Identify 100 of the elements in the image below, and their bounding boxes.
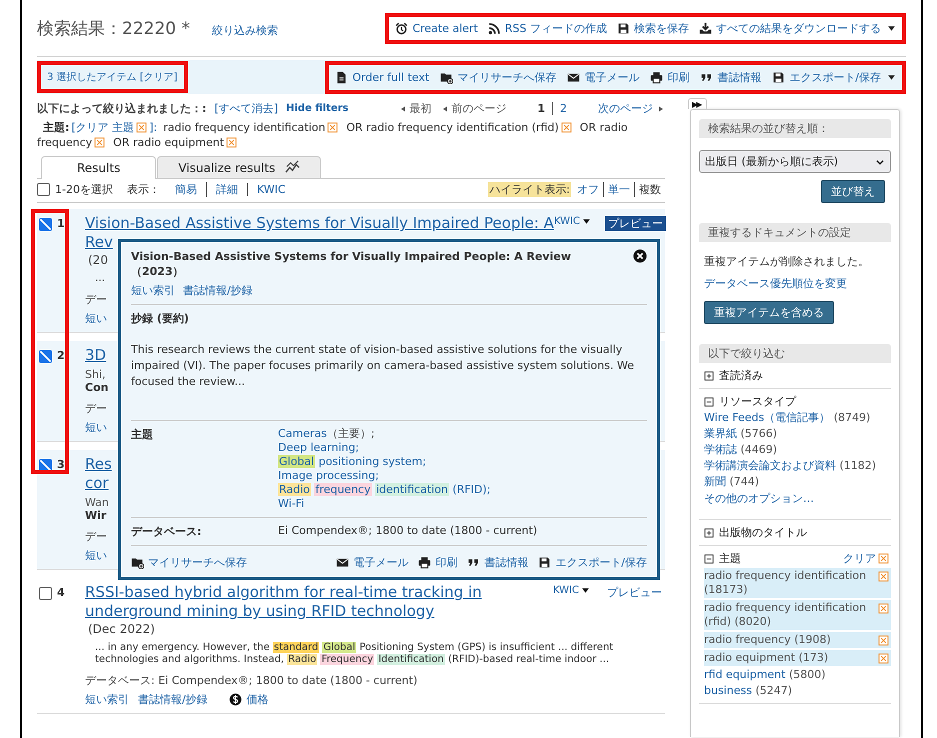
sort-dropdown[interactable]: 出版日 (最新から順に表示) bbox=[699, 150, 891, 173]
facet-toggle[interactable]: 出版物のタイトル bbox=[704, 525, 807, 540]
result-title-link[interactable]: 3D bbox=[85, 346, 106, 365]
results-tab[interactable]: Visualize results bbox=[157, 156, 322, 178]
action-link[interactable]: すべての結果をダウンロードする bbox=[699, 20, 896, 36]
result-title-link[interactable]: Res bbox=[85, 455, 112, 474]
next-page-link[interactable]: 次のページ bbox=[598, 101, 665, 116]
result-link[interactable]: 短い索引 bbox=[85, 692, 129, 707]
facet-toggle[interactable]: リソースタイプ bbox=[704, 394, 796, 409]
subject-term-link[interactable]: Deep learning; bbox=[278, 441, 360, 455]
result-number: 1 bbox=[57, 218, 65, 230]
refine-search-link[interactable]: 絞り込み検索 bbox=[212, 22, 278, 38]
facet-item[interactable]: 新聞 (744) bbox=[704, 475, 891, 489]
page-number-link[interactable]: 1 bbox=[530, 102, 552, 115]
results-tab[interactable]: Results bbox=[41, 156, 156, 179]
previous-page-link[interactable]: 前のページ bbox=[441, 101, 506, 116]
action-link[interactable]: エクスポート/保存 bbox=[772, 70, 896, 84]
action-link[interactable]: 書誌情報 bbox=[467, 555, 528, 570]
result-link[interactable]: 書誌情報/抄録 bbox=[138, 692, 208, 707]
download-icon bbox=[699, 22, 712, 34]
highlight-option-link[interactable]: オフ bbox=[573, 182, 603, 197]
action-link[interactable]: マイリサーチへ保存 bbox=[440, 70, 556, 84]
remove-term-button[interactable] bbox=[325, 121, 340, 134]
subject-term-link[interactable]: Wi-Fi bbox=[278, 497, 304, 511]
save-link[interactable]: マイリサーチへ保存 bbox=[131, 555, 247, 570]
action-link[interactable]: エクスポート/保存 bbox=[538, 555, 647, 570]
action-link[interactable]: 電子メール bbox=[567, 70, 640, 84]
preview-link[interactable]: プレビュー bbox=[604, 216, 666, 231]
field-label: データベース: bbox=[131, 524, 202, 539]
action-link[interactable]: 書誌情報 bbox=[700, 70, 762, 84]
subject-term-link[interactable]: Global positioning system; bbox=[278, 455, 426, 469]
result-title-link[interactable]: RSSI-based hybrid algorithm for real-time tracking in bbox=[85, 583, 482, 602]
action-link[interactable]: Create alert bbox=[395, 22, 478, 34]
action-link[interactable]: 印刷 bbox=[418, 555, 458, 570]
clear-subject-link[interactable]: [クリア 主題 ]: bbox=[71, 121, 158, 134]
close-button[interactable] bbox=[633, 249, 647, 264]
action-link[interactable]: 検索を保存 bbox=[617, 20, 689, 36]
preview-link[interactable]: プレビュー bbox=[604, 585, 665, 600]
database-text: デー bbox=[85, 292, 107, 307]
triangle-right-icon bbox=[657, 104, 665, 112]
kwic-link[interactable]: KWIC bbox=[552, 585, 590, 596]
preview-title: Vision-Based Assistive Systems for Visually Impaired People: A Review（2023） bbox=[131, 249, 572, 279]
kwic-link[interactable]: KWIC bbox=[554, 216, 591, 227]
action-link[interactable]: Order full text bbox=[335, 70, 430, 84]
facet-toggle[interactable]: 主題 bbox=[704, 551, 741, 566]
remove-term-button[interactable] bbox=[558, 121, 574, 134]
highlight-option-link[interactable]: 複数 bbox=[634, 182, 665, 197]
clear-all-link[interactable]: [すべて消去] bbox=[214, 101, 278, 116]
view-mode-link[interactable]: 詳細 bbox=[206, 182, 247, 197]
facet-item[interactable]: 学術講演会論文および資料 (1182) bbox=[704, 459, 891, 473]
subject-term-link[interactable]: Radio frequency identification (RFID); bbox=[278, 483, 491, 497]
result-link[interactable]: 短い bbox=[85, 420, 107, 435]
facet-item[interactable]: 業界紙 (5766) bbox=[704, 427, 891, 441]
subject-term-link[interactable]: Image processing; bbox=[278, 469, 379, 483]
facet-item[interactable]: radio frequency identification (rfid) (8020) bbox=[704, 600, 891, 630]
result-checkbox[interactable] bbox=[39, 350, 52, 363]
more-options-link[interactable]: その他のオプション… bbox=[704, 491, 891, 506]
page-number-link[interactable]: 2 bbox=[552, 102, 574, 115]
result-checkbox[interactable] bbox=[39, 218, 52, 231]
result-checkbox[interactable] bbox=[39, 587, 52, 600]
action-link[interactable]: 印刷 bbox=[650, 70, 690, 84]
result-link[interactable]: 短い bbox=[85, 311, 107, 326]
result-title-link[interactable]: Vision-Based Assistive Systems for Visually Impaired People: A bbox=[85, 214, 554, 233]
result-title-link[interactable]: cor bbox=[85, 474, 109, 493]
selected-items-link[interactable]: 3 選択したアイテム [クリア] bbox=[47, 72, 178, 83]
duplicates-message: 重複アイテムが削除されました。 bbox=[704, 254, 870, 269]
collapse-sidebar-tab[interactable]: ▶▶ bbox=[688, 98, 708, 109]
result-link[interactable]: 短い bbox=[85, 548, 107, 563]
clear-facet-link[interactable]: クリア bbox=[843, 551, 891, 566]
remove-term-button[interactable] bbox=[224, 136, 240, 149]
facet-item[interactable]: 学術誌 (4469) bbox=[704, 443, 891, 457]
preview-link-item[interactable]: 書誌情報/抄録 bbox=[183, 283, 253, 298]
include-duplicates-button[interactable]: 重複アイテムを含める bbox=[704, 301, 834, 324]
highlight-option-link[interactable]: 単一 bbox=[603, 182, 634, 197]
remove-term-button[interactable] bbox=[92, 136, 108, 149]
result-title-link[interactable]: Rev bbox=[85, 233, 113, 252]
select-all-checkbox[interactable]: 1-20を選択 bbox=[37, 182, 113, 197]
facet-item[interactable]: radio frequency (1908) bbox=[704, 632, 891, 648]
result-title-link[interactable]: underground mining by using RFID technology bbox=[85, 602, 434, 621]
action-link[interactable]: 電子メール bbox=[336, 555, 408, 570]
result-link[interactable]: 価格 bbox=[228, 692, 269, 707]
view-mode-link[interactable]: KWIC bbox=[246, 183, 295, 196]
chart-icon bbox=[285, 160, 300, 175]
hide-filters-link[interactable]: Hide filters bbox=[286, 103, 349, 114]
preview-link-item[interactable]: 短い索引 bbox=[131, 283, 175, 298]
first-page-link[interactable]: 最初 bbox=[399, 101, 432, 116]
facet-toggle[interactable]: 査読済み bbox=[704, 368, 763, 383]
facet-item[interactable]: radio frequency identification (18173) bbox=[704, 568, 891, 598]
view-mode-link[interactable]: 簡易 bbox=[166, 182, 206, 197]
printer-icon bbox=[418, 556, 432, 569]
facet-item[interactable]: business (5247) bbox=[704, 684, 891, 698]
facet-item[interactable]: Wire Feeds（電信記事） (8749) bbox=[704, 411, 891, 425]
database-priority-link[interactable]: データベース優先順位を変更 bbox=[704, 276, 891, 291]
caret-icon bbox=[887, 72, 896, 82]
publication-date: (Dec 2022) bbox=[88, 622, 155, 636]
facet-item[interactable]: radio equipment (173) bbox=[704, 650, 891, 666]
facet-item[interactable]: rfid equipment (5800) bbox=[704, 668, 891, 682]
action-link[interactable]: RSS フィードの作成 bbox=[488, 20, 607, 36]
subject-term-link[interactable]: Cameras（主要）; bbox=[278, 427, 375, 441]
sort-button[interactable]: 並び替え bbox=[821, 180, 885, 203]
